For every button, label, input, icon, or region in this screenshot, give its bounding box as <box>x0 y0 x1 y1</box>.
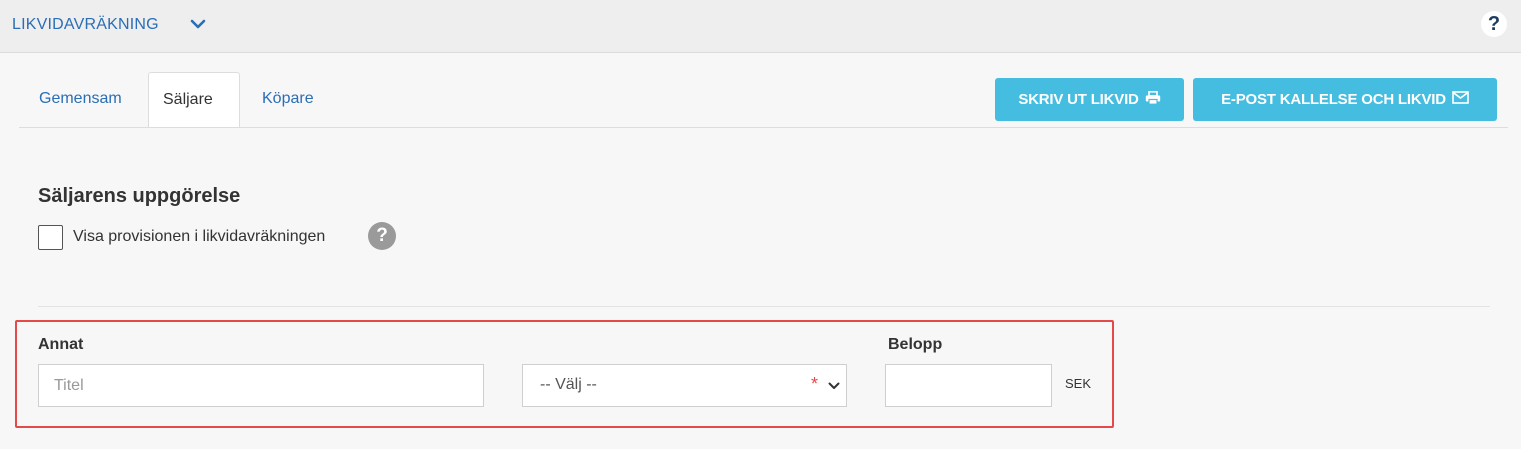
required-mark: * <box>811 374 819 394</box>
tab-kopare[interactable]: Köpare <box>248 72 328 128</box>
title-input[interactable]: Titel <box>38 364 484 407</box>
chevron-down-icon[interactable] <box>188 15 208 35</box>
annat-label: Annat <box>38 336 84 353</box>
top-bar: LIKVIDAVRÄKNING ? <box>0 0 1521 53</box>
section-divider <box>38 306 1490 307</box>
page-title[interactable]: LIKVIDAVRÄKNING <box>12 16 159 34</box>
type-select[interactable]: -- Välj -- * <box>522 364 847 407</box>
tab-gemensam[interactable]: Gemensam <box>25 72 136 128</box>
printer-icon <box>1145 90 1161 109</box>
print-likvid-button[interactable]: SKRIV UT LIKVID <box>995 78 1184 121</box>
envelope-icon <box>1452 91 1469 108</box>
chevron-down-icon <box>827 379 841 393</box>
select-value: -- Välj -- <box>540 376 597 393</box>
help-icon[interactable]: ? <box>1481 11 1507 37</box>
belopp-label: Belopp <box>888 336 943 353</box>
email-kallelse-likvid-button[interactable]: E-POST KALLELSE OCH LIKVID <box>1193 78 1497 121</box>
section-title: Säljarens uppgörelse <box>38 185 241 207</box>
help-icon[interactable]: ? <box>368 222 396 250</box>
show-provision-checkbox[interactable] <box>38 225 63 250</box>
tabs-divider <box>19 127 1508 128</box>
show-provision-label[interactable]: Visa provisionen i likvidavräkningen <box>73 228 325 246</box>
amount-input[interactable] <box>885 364 1052 407</box>
tab-saljare[interactable]: Säljare <box>148 72 240 128</box>
currency-label: SEK <box>1065 376 1092 391</box>
